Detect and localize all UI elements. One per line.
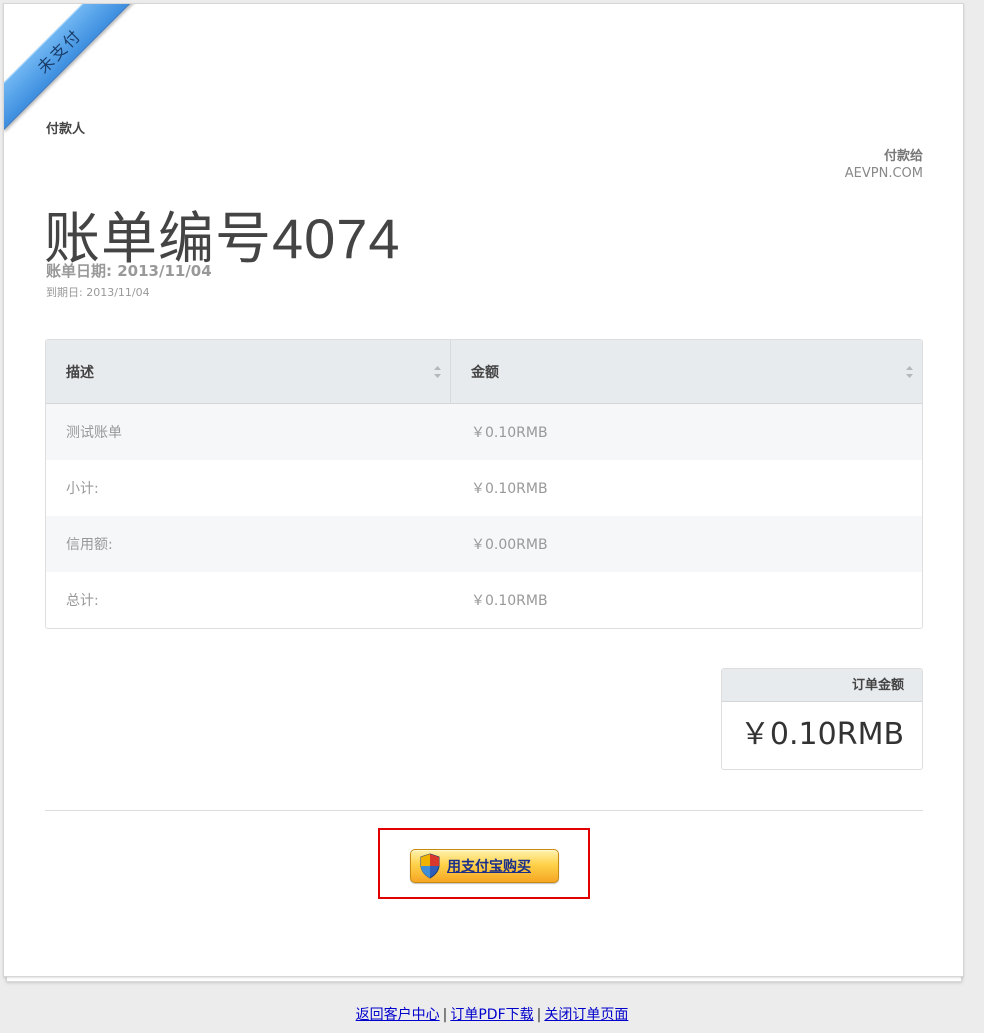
pay-to-block: 付款给 AEVPN.COM xyxy=(845,148,923,182)
alipay-button-label: 用支付宝购买 xyxy=(447,859,531,875)
pay-to-label: 付款给 xyxy=(883,149,923,164)
items-table: 描述 金额 测试账单 ￥0.10RMB 小计: ￥0.10RMB 信用额: ￥0… xyxy=(45,339,923,629)
footer-links: 返回客户中心 | 订单PDF下载 | 关闭订单页面 xyxy=(0,1004,984,1024)
row-description: 小计: xyxy=(66,481,99,497)
row-amount: ￥0.00RMB xyxy=(471,537,548,553)
link-download-pdf[interactable]: 订单PDF下载 xyxy=(450,1007,533,1023)
sort-icon xyxy=(434,366,441,378)
column-header-description-label: 描述 xyxy=(66,364,94,381)
pay-to-company: AEVPN.COM xyxy=(844,166,923,181)
row-description: 信用额: xyxy=(66,537,113,553)
invoice-number: 4074 xyxy=(272,207,401,270)
row-description: 测试账单 xyxy=(66,425,122,441)
table-row: 测试账单 ￥0.10RMB xyxy=(46,404,922,460)
shield-icon xyxy=(420,853,440,879)
column-header-description[interactable]: 描述 xyxy=(46,340,451,403)
payer-label: 付款人 xyxy=(46,122,86,137)
row-description: 总计: xyxy=(66,593,99,609)
order-total-value: ￥0.10RMB xyxy=(739,717,905,752)
divider xyxy=(45,810,923,811)
footer-separator: | xyxy=(536,1007,542,1023)
row-amount: ￥0.10RMB xyxy=(471,425,548,441)
link-back-to-client-area[interactable]: 返回客户中心 xyxy=(356,1007,440,1023)
column-header-amount-label: 金额 xyxy=(471,364,499,381)
row-amount: ￥0.10RMB xyxy=(471,481,548,497)
items-table-body: 测试账单 ￥0.10RMB 小计: ￥0.10RMB 信用额: ￥0.00RMB… xyxy=(46,404,922,628)
row-amount: ￥0.10RMB xyxy=(471,593,548,609)
invoice-paper: 未支付 付款人 付款给 AEVPN.COM 账单编号4074 账单日期: 201… xyxy=(3,3,964,977)
payment-highlight-box: 用支付宝购买 xyxy=(378,828,590,899)
table-row: 小计: ￥0.10RMB xyxy=(46,460,922,516)
order-total-box: 订单金额 ￥0.10RMB xyxy=(721,668,923,770)
alipay-pay-button[interactable]: 用支付宝购买 xyxy=(410,849,559,883)
table-row: 信用额: ￥0.00RMB xyxy=(46,516,922,572)
footer-separator: | xyxy=(442,1007,448,1023)
table-row: 总计: ￥0.10RMB xyxy=(46,572,922,628)
items-table-header: 描述 金额 xyxy=(46,340,922,404)
order-total-label: 订单金额 xyxy=(722,669,922,702)
sort-icon xyxy=(906,366,913,378)
column-header-amount[interactable]: 金额 xyxy=(451,340,922,403)
invoice-date: 账单日期: 2013/11/04 xyxy=(46,262,212,280)
status-ribbon-label: 未支付 xyxy=(4,4,139,131)
due-date: 到期日: 2013/11/04 xyxy=(46,286,150,299)
link-close-order-page[interactable]: 关闭订单页面 xyxy=(544,1007,628,1023)
